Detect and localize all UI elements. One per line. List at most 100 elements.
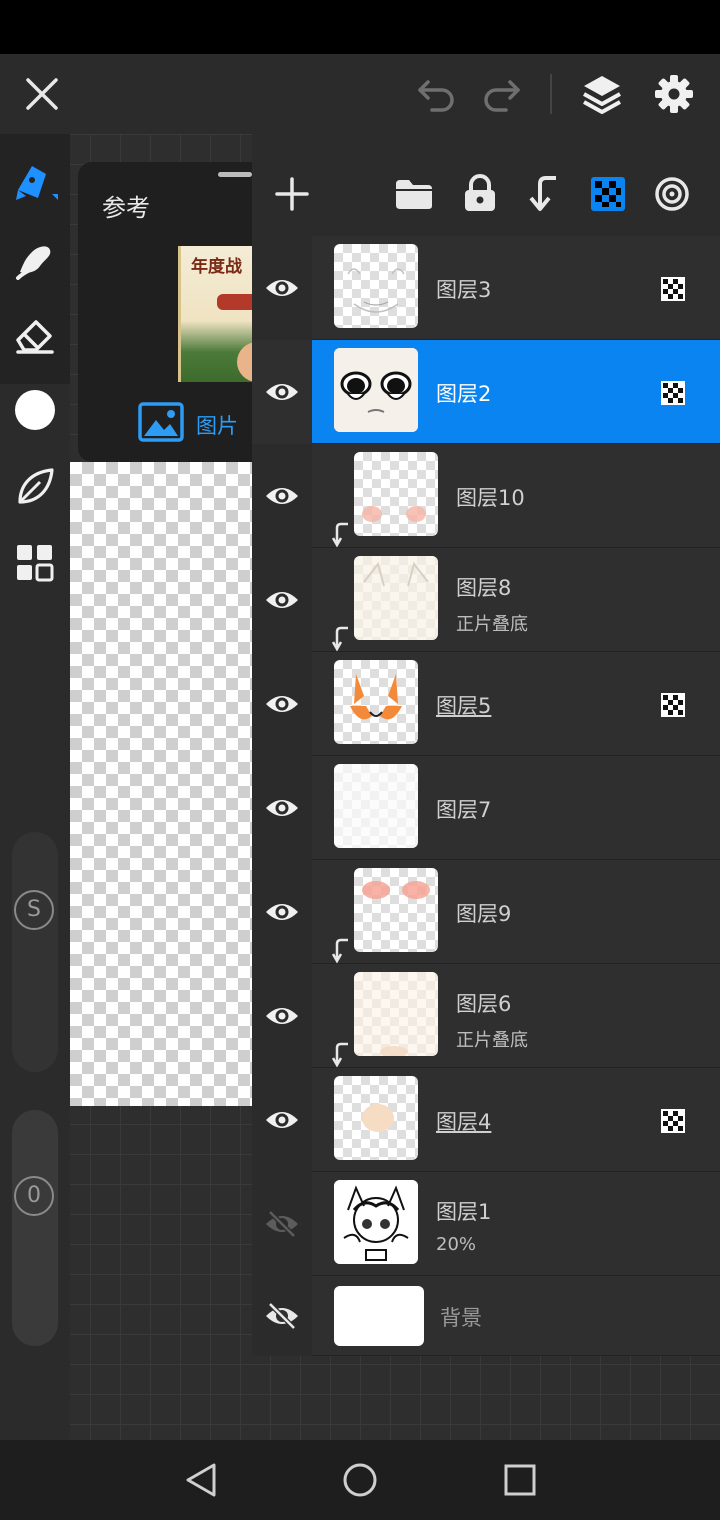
eye-icon[interactable] <box>264 896 300 928</box>
layer-row-6[interactable]: 图层6 正片叠底 <box>252 964 720 1068</box>
back-icon[interactable] <box>184 1462 218 1498</box>
recents-icon[interactable] <box>504 1464 536 1496</box>
alpha-lock-icon[interactable] <box>660 1108 686 1134</box>
lock-icon[interactable] <box>462 174 498 212</box>
layer-thumbnail[interactable] <box>334 1180 418 1264</box>
layer-thumbnail[interactable] <box>354 452 438 536</box>
layer-name: 图层3 <box>436 278 492 302</box>
stabilizer-button[interactable]: S <box>14 890 54 930</box>
opacity-value-button[interactable]: 0 <box>14 1176 54 1216</box>
folder-icon[interactable] <box>394 178 434 210</box>
eye-icon[interactable] <box>264 480 300 512</box>
close-icon[interactable] <box>24 76 60 112</box>
layers-icon[interactable] <box>580 72 624 116</box>
layer-name: 图层8 <box>456 576 512 600</box>
clipping-mask-icon <box>332 522 348 548</box>
layer-blend-info: 20% <box>436 1234 477 1255</box>
layer-thumbnail[interactable] <box>354 556 438 640</box>
layer-row-1[interactable]: 图层1 20% <box>252 1172 720 1276</box>
eye-icon[interactable] <box>264 272 300 304</box>
clipping-mask-icon <box>332 938 348 964</box>
eye-icon[interactable] <box>264 688 300 720</box>
opacity-slider[interactable] <box>12 1110 58 1346</box>
layer-visibility-cell <box>252 652 312 756</box>
top-toolbar <box>0 54 720 134</box>
layer-visibility-cell <box>252 1276 312 1356</box>
layer-thumbnail[interactable] <box>334 764 418 848</box>
layer-name: 图层9 <box>456 902 512 926</box>
eye-icon[interactable] <box>264 376 300 408</box>
layer-visibility-cell <box>252 340 312 444</box>
layer-visibility-cell <box>252 236 312 340</box>
clipping-mask-icon <box>332 626 348 652</box>
color-swatch[interactable] <box>15 390 55 430</box>
target-icon[interactable] <box>654 176 690 212</box>
brush-size-slider[interactable] <box>12 832 58 1072</box>
alpha-lock-icon[interactable] <box>590 176 626 212</box>
layer-thumbnail[interactable] <box>334 244 418 328</box>
system-nav-bar <box>0 1440 720 1520</box>
layer-name: 图层7 <box>436 798 492 822</box>
layer-visibility-cell <box>252 756 312 860</box>
layer-row-background[interactable]: 背景 <box>252 1276 720 1356</box>
grid-menu-icon[interactable] <box>16 544 54 582</box>
layers-list: 图层3 图层2 图层10 图层8 正片叠底 图层5 图层7 图层9 图层6 正片叠底 图层4 图层1 2… <box>252 236 720 1356</box>
layer-row-10[interactable]: 图层10 <box>252 444 720 548</box>
eye-hidden-icon[interactable] <box>264 1300 300 1332</box>
layer-blend-info: 正片叠底 <box>456 1030 528 1051</box>
reference-image-text: 年度战 <box>191 257 242 277</box>
layer-row-7[interactable]: 图层7 <box>252 756 720 860</box>
eye-hidden-icon[interactable] <box>264 1208 300 1240</box>
toolbar-divider <box>550 74 552 114</box>
merge-down-icon[interactable] <box>528 174 562 214</box>
layer-thumbnail[interactable] <box>334 660 418 744</box>
panel-drag-handle[interactable] <box>218 172 252 177</box>
layer-name: 图层1 <box>436 1200 492 1224</box>
alpha-lock-icon[interactable] <box>660 380 686 406</box>
layer-name: 图层10 <box>456 486 525 510</box>
layer-thumbnail[interactable] <box>354 972 438 1056</box>
drawing-canvas[interactable] <box>70 462 252 1106</box>
status-bar <box>0 0 720 54</box>
alpha-lock-icon[interactable] <box>660 276 686 302</box>
layers-panel: 图层3 图层2 图层10 图层8 正片叠底 图层5 图层7 图层9 图层6 正片叠底 图层4 图层1 2… <box>252 134 720 1356</box>
plus-icon[interactable] <box>274 176 310 212</box>
undo-icon[interactable] <box>416 76 458 112</box>
layer-thumbnail[interactable] <box>334 348 418 432</box>
layer-row-9[interactable]: 图层9 <box>252 860 720 964</box>
leaf-tool-icon[interactable] <box>14 466 56 508</box>
layer-row-3[interactable]: 图层3 <box>252 236 720 340</box>
image-icon <box>138 402 184 442</box>
brush-tool-icon[interactable] <box>12 160 60 204</box>
layer-visibility-cell <box>252 964 312 1068</box>
layer-row-4[interactable]: 图层4 <box>252 1068 720 1172</box>
gear-icon[interactable] <box>654 74 694 114</box>
reference-title: 参考 <box>102 194 150 222</box>
layer-visibility-cell <box>252 1172 312 1276</box>
clipping-mask-icon <box>332 1042 348 1068</box>
eye-icon[interactable] <box>264 1104 300 1136</box>
stabilizer-label: S <box>27 897 41 922</box>
alpha-lock-icon[interactable] <box>660 692 686 718</box>
layer-row-5[interactable]: 图层5 <box>252 652 720 756</box>
smudge-tool-icon[interactable] <box>14 238 56 280</box>
layer-name: 图层4 <box>436 1110 492 1134</box>
eraser-tool-icon[interactable] <box>14 314 56 356</box>
eye-icon[interactable] <box>264 1000 300 1032</box>
layer-name: 图层5 <box>436 694 492 718</box>
layer-blend-info: 正片叠底 <box>456 614 528 635</box>
layer-thumbnail[interactable] <box>334 1076 418 1160</box>
layer-name: 背景 <box>440 1306 482 1330</box>
home-icon[interactable] <box>342 1462 378 1498</box>
redo-icon[interactable] <box>480 76 522 112</box>
eye-icon[interactable] <box>264 792 300 824</box>
layer-visibility-cell <box>252 444 312 548</box>
opacity-value-label: 0 <box>27 1183 41 1208</box>
layer-visibility-cell <box>252 1068 312 1172</box>
layer-thumbnail[interactable] <box>354 868 438 952</box>
layer-row-2[interactable]: 图层2 <box>252 340 720 444</box>
eye-icon[interactable] <box>264 584 300 616</box>
background-color-swatch[interactable] <box>334 1286 424 1346</box>
layer-row-8[interactable]: 图层8 正片叠底 <box>252 548 720 652</box>
left-toolbar: S 0 <box>0 134 70 1440</box>
